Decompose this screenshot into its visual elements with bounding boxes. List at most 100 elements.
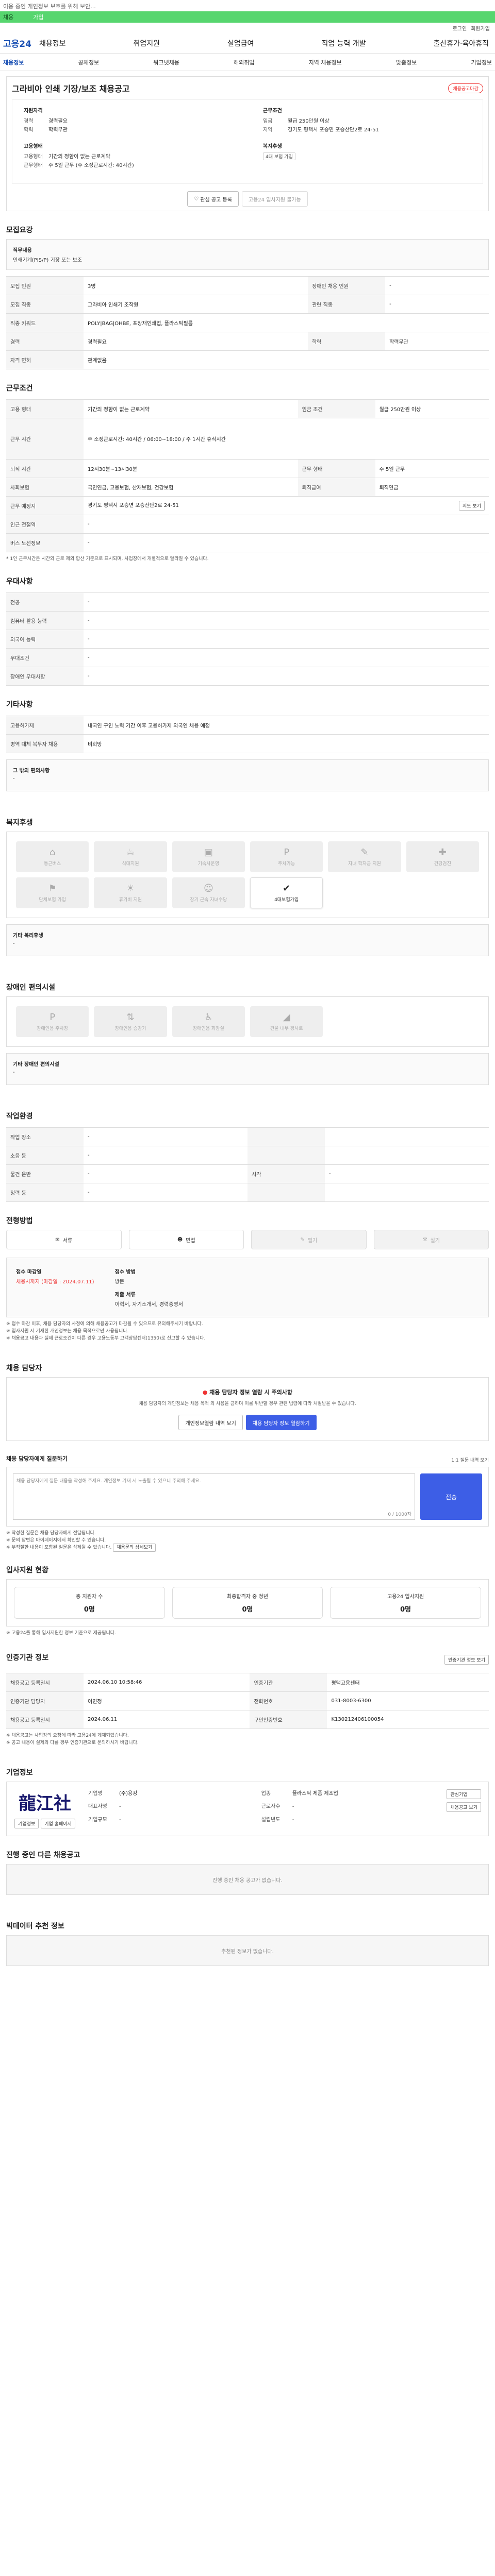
row-value: K130212406100054 [327, 1710, 489, 1729]
favorite-company-button[interactable]: 관심기업 [447, 1789, 481, 1799]
global-nav: 채용정보 취업지원 실업급여 직업 능력 개발 출산휴가·육아휴직 [39, 38, 492, 48]
work-note: * 1인 근무시간은 시간외 근로 제외 합산 기준으로 표시되며, 사업장에서… [6, 556, 209, 562]
interest-button[interactable]: ♡ 관심 공고 등록 [187, 191, 239, 207]
gnb-item[interactable]: 직업 능력 개발 [321, 38, 366, 48]
row-value: 주 5일 근무 [375, 459, 489, 478]
env-table: 작업 장소 - 소음 등- 물건 운반 - 시각 - 청력 등- [6, 1127, 489, 1202]
method-label: 필기 [307, 1238, 318, 1244]
subnav-item[interactable]: 공채정보 [78, 58, 99, 66]
row-value: - [84, 1146, 248, 1165]
applicants-note: ※ 고용24를 통해 입사지원한 정보 기준으로 제공됩니다. [6, 1631, 116, 1636]
row-key: 자격 면허 [6, 350, 84, 369]
inquiry-textarea[interactable]: 채용 담당자에게 질문 내용을 작성해 주세요. 개인정보 기재 시 노출될 수… [13, 1473, 415, 1520]
gnb-item[interactable]: 출산휴가·육아휴직 [433, 38, 489, 48]
row-value: 2024.06.10 10:58:46 [84, 1673, 250, 1692]
inquiry-detail-button[interactable]: 채용문의 상세보기 [113, 1544, 156, 1552]
company-homepage-button[interactable]: 기업 홈페이지 [41, 1819, 75, 1828]
table-row: 외국어 능력 - [6, 630, 489, 649]
docs-heading: 제출 서류 [114, 1292, 136, 1298]
row-key: 병역 대체 복무자 채용 [6, 734, 84, 753]
company-info-button[interactable]: 기업정보 [14, 1819, 39, 1828]
other-benefit-box: 기타 복리후생 - [6, 924, 489, 956]
info-value: - [119, 1817, 121, 1823]
table-row: 병역 대체 복무자 채용 비희망 [6, 734, 489, 753]
row-value: POLY|BAG|OHBE, 포장재인쇄업, 플라스틱필름 [84, 313, 489, 332]
green-select[interactable]: 채용 [3, 13, 13, 21]
benefit-item: ⌂ 통근버스 [16, 841, 89, 872]
row-key: 모집 직종 [6, 295, 84, 314]
row-key: 외국어 능력 [6, 630, 84, 649]
dorm-icon: ▣ [204, 847, 213, 858]
agency-section: 인증기관 정보 인증기관 정보 보기 채용공고 등록일시 2024.06.10 1… [6, 1652, 489, 1747]
section-title: 입사지원 현황 [6, 1566, 49, 1574]
subnav-item[interactable]: 해외취업 [234, 58, 254, 66]
benefit-item: ▣ 기숙사운영 [172, 841, 245, 872]
view-contact-button[interactable]: 채용 담당자 정보 열람하기 [245, 1415, 317, 1430]
gnb-item[interactable]: 채용정보 [39, 38, 66, 48]
agency-note: ※ 공고 내용이 실제와 다를 경우 인증기관으로 문의하시기 바랍니다. [6, 1740, 139, 1745]
overview-value: 기간의 정함이 없는 근로계약 [48, 154, 110, 160]
company-logo-area: 龍江社 기업정보 기업 홈페이지 [14, 1789, 76, 1828]
login-link[interactable]: 로그인 [453, 24, 467, 32]
method-note: ※ 입사지원 시 기재한 개인정보는 채용 목적으로만 사용됩니다. [6, 1329, 129, 1334]
green-value[interactable]: 가입 [33, 13, 43, 21]
apply-button[interactable]: 고용24 입사지원 불가능 [241, 191, 308, 207]
empty-message: 진행 중인 채용 공고가 없습니다. [6, 1864, 489, 1895]
row-key [248, 1127, 325, 1146]
other-disability-box: 기타 장애인 편의시설 - [6, 1053, 489, 1085]
receipt-heading: 접수 방법 [114, 1269, 136, 1275]
overview-heading: 지원자격 [24, 108, 43, 114]
benefit-item: ✚ 건강검진 [406, 841, 479, 872]
method-label: 면접 [186, 1238, 195, 1244]
subnav-item[interactable]: 기업정보 [471, 58, 492, 66]
parking-icon: P [50, 1012, 56, 1023]
gnb-item[interactable]: 실업급여 [227, 38, 254, 48]
map-button[interactable]: 지도 보기 [459, 501, 485, 511]
subnav-item[interactable]: 채용정보 [3, 58, 24, 66]
company-jobs-button[interactable]: 채용공고 보기 [447, 1802, 481, 1812]
subnav-item[interactable]: 지역 채용정보 [309, 58, 342, 66]
overview-value: 경력필요 [48, 118, 68, 124]
row-value: - [84, 1164, 248, 1183]
other-convenience-box: 그 밖의 편의사항 - [6, 759, 489, 791]
row-key: 인근 전철역 [6, 515, 84, 534]
duty-box: 직무내용 인쇄기계(PIS/P) 기장 또는 보조 [6, 239, 489, 270]
row-value: 12시30분~13시30분 [84, 459, 298, 478]
section-title: 채용 담당자 [6, 1364, 42, 1372]
gnb-item[interactable]: 취업지원 [133, 38, 160, 48]
social-insurance-icon: ✔ [283, 883, 291, 894]
document-icon: ✉ [55, 1236, 60, 1243]
benefit-label: 휴가비 지원 [119, 897, 142, 903]
subnav-item[interactable]: 워크넷채용 [153, 58, 179, 66]
count-value: 0명 [400, 1606, 411, 1614]
method-note: ※ 채용공고 내용과 실제 근로조건이 다른 경우 고용노동부 고객상담센터(1… [6, 1336, 206, 1341]
signup-link[interactable]: 회원가입 [471, 24, 490, 32]
inquiry-history-link[interactable]: 1:1 질문 내역 보기 [451, 1457, 489, 1464]
login-strip: 채용 가입 [0, 11, 495, 23]
contact-alert: 채용 담당자 정보 열람 시 주의사항 [209, 1389, 293, 1396]
site-logo[interactable]: 고용24 [3, 37, 39, 49]
disability-item: ◢ 건물 내부 경사로 [250, 1006, 323, 1037]
char-counter: 0 / 1000자 [388, 1512, 411, 1517]
receipt-box: 접수 마감일 채용시까지 (마감일 : 2024.07.11) 접수 방법 방문… [6, 1258, 489, 1317]
row-key: 시각 [248, 1164, 325, 1183]
overview-value: 월급 250만원 이상 [288, 118, 329, 124]
row-key: 작업 장소 [6, 1127, 84, 1146]
applicants-grid: 총 지원자 수 0명 최종합격자 중 청년 0명 고용24 입사지원 0명 [6, 1579, 489, 1626]
row-key: 채용공고 등록일시 [6, 1710, 84, 1729]
notice-bar: 이용 중인 개인정보 보호를 위해 보안... [0, 0, 495, 11]
view-log-button[interactable]: 개인정보열람 내역 보기 [178, 1415, 243, 1430]
row-value: 기간의 정함이 없는 근로계약 [84, 399, 298, 418]
inquiry-box: 채용 담당자에게 질문 내용을 작성해 주세요. 개인정보 기재 시 노출될 수… [6, 1467, 489, 1527]
agency-info-button[interactable]: 인증기관 정보 보기 [444, 1654, 489, 1665]
deadline-heading: 접수 마감일 [16, 1269, 42, 1275]
benefit-label: 건강검진 [434, 861, 451, 867]
main-content: 그라비아 인쇄 기장/보조 채용공고 채용공고마감 지원자격 경력 경력필요 학력… [0, 76, 495, 1966]
job-title: 그라비아 인쇄 기장/보조 채용공고 [12, 84, 130, 94]
benefit-label: 기숙사운영 [197, 861, 220, 867]
inquiry-submit-button[interactable]: 전송 [420, 1473, 482, 1520]
info-value: 플라스틱 제품 제조업 [292, 1791, 338, 1797]
sub-nav: 채용정보 공채정보 워크넷채용 해외취업 지역 채용정보 맞춤정보 기업정보 [0, 54, 495, 71]
row-key: 물건 운반 [6, 1164, 84, 1183]
subnav-item[interactable]: 맞춤정보 [396, 58, 417, 66]
